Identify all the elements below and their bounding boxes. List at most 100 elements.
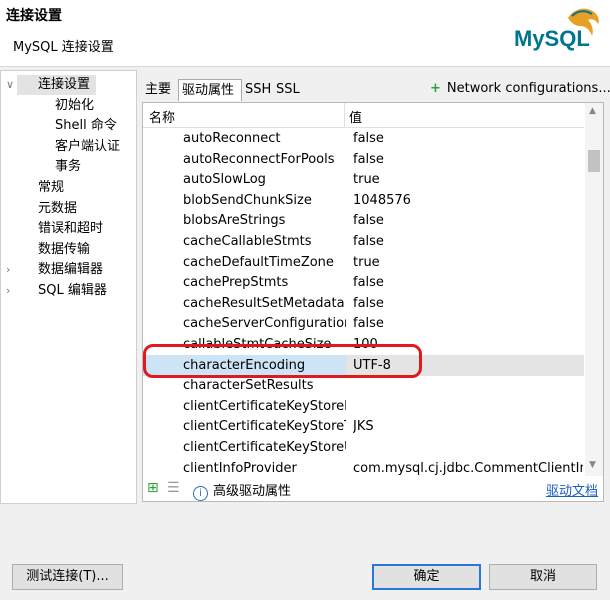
network-configurations-button[interactable]: + Network configurations...	[430, 81, 610, 96]
property-name-cell: cacheCallableStmts	[183, 234, 312, 249]
nav-item-label: 常规	[38, 180, 65, 195]
nav-item-label: 客户端认证	[55, 138, 121, 154]
property-name-cell: clientCertificateKeyStorePassword	[183, 398, 346, 414]
ok-button[interactable]: 确定	[372, 564, 481, 590]
nav-item-1[interactable]: 初始化	[55, 96, 94, 116]
scroll-up-icon[interactable]: ▲	[589, 106, 596, 116]
nav-item-label: 数据传输	[38, 241, 91, 257]
table-row[interactable]: blobsAreStrings false	[143, 210, 584, 231]
column-header-name[interactable]: 名称	[149, 107, 175, 126]
table-bottom-bar: ⊞ ☰ i 高级驱动属性 驱动文档	[143, 476, 603, 501]
properties-table-body: autoReconnect false autoReconnectForPools f…	[143, 128, 584, 476]
nav-item-6[interactable]: 元数据	[38, 199, 77, 219]
nav-item-3[interactable]: 客户端认证	[55, 137, 120, 157]
network-configurations-label: Network configurations...	[446, 81, 610, 96]
nav-item-label: 连接设置	[38, 77, 91, 92]
nav-item-7[interactable]: 错误和超时	[38, 219, 103, 239]
property-value-cell[interactable]: true	[353, 169, 583, 190]
property-value-cell[interactable]: false	[353, 272, 583, 293]
settings-nav-tree: 连接设置 ∨ 初始化 Shell 命令 客户端认证事务常规元数据错误和超时数据传输数据编…	[0, 70, 137, 504]
property-name-cell: blobSendChunkSize	[183, 192, 312, 208]
advanced-driver-properties-label: 高级驱动属性	[213, 484, 292, 499]
table-row[interactable]: cacheServerConfiguration false	[143, 313, 584, 334]
property-value-cell[interactable]: false	[353, 128, 583, 149]
table-row[interactable]: autoSlowLog true	[143, 169, 584, 190]
dialog-subtitle: MySQL 连接设置	[13, 40, 114, 55]
table-row[interactable]: blobSendChunkSize 1048576	[143, 190, 584, 211]
property-value-cell[interactable]: true	[353, 252, 583, 273]
table-row[interactable]: clientCertificateKeyStoreType JKS	[143, 416, 584, 437]
tab-3[interactable]: SSL	[273, 79, 301, 101]
table-row[interactable]: cacheCallableStmts false	[143, 231, 584, 252]
vertical-scrollbar[interactable]: ▲ ▼	[585, 103, 603, 476]
mysql-logo: MySQL	[514, 8, 599, 51]
property-name-cell: clientInfoProvider	[183, 460, 297, 476]
property-value-cell[interactable]: 1048576	[353, 190, 583, 211]
table-row[interactable]: autoReconnect false	[143, 128, 584, 149]
highlight-annotation	[143, 344, 422, 378]
column-header-value[interactable]: 值	[349, 107, 362, 126]
nav-item-9[interactable]: 数据编辑器	[38, 260, 103, 280]
property-value-cell[interactable]: false	[353, 149, 583, 170]
chevron-down-icon[interactable]: ∨	[6, 78, 14, 91]
property-name-cell: cacheResultSetMetadata	[183, 295, 345, 311]
remove-property-icon[interactable]: ☰	[167, 480, 180, 496]
nav-item-label: SQL 编辑器	[38, 283, 107, 298]
add-property-icon[interactable]: ⊞	[147, 480, 159, 496]
property-value-cell[interactable]: false	[353, 313, 583, 334]
tab-0[interactable]: 主要	[142, 79, 176, 101]
scrollbar-thumb[interactable]	[588, 150, 600, 172]
property-name-cell: autoReconnectForPools	[183, 151, 335, 167]
nav-item-2[interactable]: Shell 命令	[55, 116, 117, 136]
chevron-right-icon[interactable]: ›	[6, 284, 10, 297]
nav-item-label: 元数据	[38, 200, 78, 216]
table-row[interactable]: cacheDefaultTimeZone true	[143, 252, 584, 273]
nav-item-8[interactable]: 数据传输	[38, 240, 90, 260]
property-name-cell: clientCertificateKeyStoreUrl	[183, 440, 346, 455]
tab-2[interactable]: SSH	[242, 79, 273, 101]
property-name-cell: clientCertificateKeyStoreType	[183, 419, 346, 435]
property-name-cell: autoSlowLog	[183, 172, 266, 188]
property-value-cell[interactable]: false	[353, 231, 583, 252]
nav-item-0[interactable]: 连接设置	[17, 75, 97, 95]
dialog-header: 连接设置 MySQL 连接设置 MySQL	[0, 0, 610, 67]
property-name-cell: characterSetResults	[183, 378, 314, 394]
driver-properties-panel: 名称 值 autoReconnect false autoReconnectForP…	[142, 102, 604, 502]
table-row[interactable]: clientCertificateKeyStorePassword	[143, 396, 584, 417]
nav-item-label: 事务	[55, 159, 82, 175]
table-row[interactable]: clientCertificateKeyStoreUrl	[143, 437, 584, 458]
property-name-cell: autoReconnect	[183, 131, 281, 146]
logo-my-text: MySQL	[514, 26, 590, 51]
nav-item-4[interactable]: 事务	[55, 157, 81, 177]
tab-1[interactable]: 驱动属性	[178, 79, 242, 101]
nav-item-10[interactable]: SQL 编辑器	[38, 281, 107, 301]
nav-item-5[interactable]: 常规	[38, 178, 64, 198]
plus-icon: +	[430, 81, 441, 96]
info-icon: i	[193, 486, 208, 501]
table-header: 名称 值	[143, 103, 584, 128]
driver-docs-link[interactable]: 驱动文档	[546, 480, 598, 499]
property-name-cell: cachePrepStmts	[183, 275, 289, 291]
table-row[interactable]: cacheResultSetMetadata false	[143, 293, 584, 314]
chevron-right-icon[interactable]: ›	[6, 263, 10, 276]
property-name-cell: blobsAreStrings	[183, 213, 286, 229]
dialog-footer: 测试连接(T)... 确定 取消	[0, 505, 610, 600]
property-value-cell[interactable]: false	[353, 210, 583, 231]
property-value-cell[interactable]: JKS	[353, 416, 583, 437]
column-divider[interactable]	[344, 103, 345, 127]
table-row[interactable]: autoReconnectForPools false	[143, 149, 584, 170]
property-value-cell[interactable]: false	[353, 293, 583, 314]
cancel-button[interactable]: 取消	[489, 564, 597, 590]
table-row[interactable]: clientInfoProvider com.mysql.cj.jdbc.Comm…	[143, 458, 584, 476]
test-connection-button[interactable]: 测试连接(T)...	[12, 564, 123, 590]
property-name-cell: cacheServerConfiguration	[183, 316, 346, 332]
nav-item-label: Shell 命令	[55, 118, 117, 134]
property-name-cell: cacheDefaultTimeZone	[183, 254, 334, 270]
dialog-title: 连接设置	[6, 8, 62, 24]
table-row[interactable]: characterSetResults	[143, 375, 584, 396]
table-row[interactable]: cachePrepStmts false	[143, 272, 584, 293]
nav-item-label: 数据编辑器	[38, 262, 104, 278]
advanced-driver-properties[interactable]: i 高级驱动属性	[193, 480, 291, 501]
scroll-down-icon[interactable]: ▼	[589, 460, 596, 470]
property-value-cell[interactable]: com.mysql.cj.jdbc.CommentClientInfoProvi…	[353, 458, 583, 476]
